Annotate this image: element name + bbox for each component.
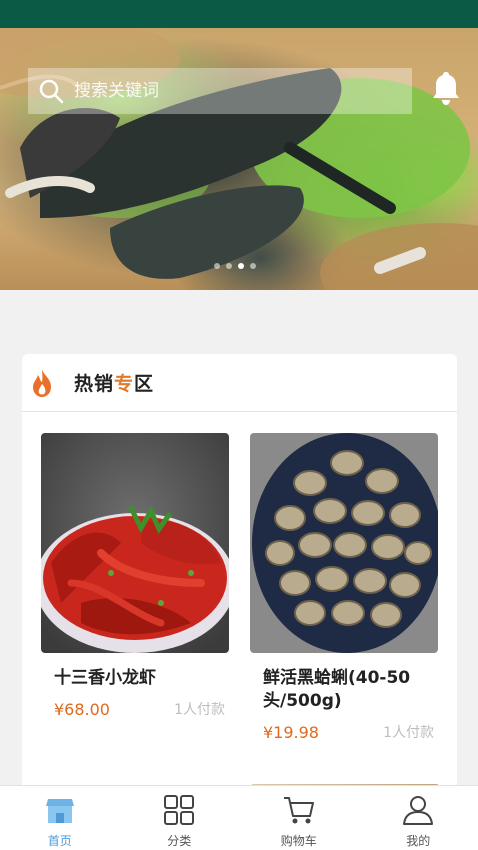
product-name[interactable]: 鲜活黑蛤蜊(40-50头/500g)	[250, 667, 438, 713]
product-meta: ¥68.00 1人付款	[41, 699, 229, 719]
carousel-dot-active[interactable]	[238, 263, 244, 269]
product-image-clams[interactable]	[250, 433, 438, 653]
product-name[interactable]: 十三香小龙虾	[41, 667, 229, 690]
carousel-dot[interactable]	[250, 263, 256, 269]
banner-carousel[interactable]	[0, 28, 478, 290]
product-buyers: 1人付款	[174, 702, 225, 718]
tab-home[interactable]: 首页	[0, 786, 120, 850]
bottom-tab-bar: 首页 分类 购物车 我的	[0, 785, 478, 850]
tab-cart[interactable]: 购物车	[239, 786, 359, 850]
carousel-dot[interactable]	[214, 263, 220, 269]
tab-label: 我的	[406, 834, 431, 848]
carousel-dot[interactable]	[226, 263, 232, 269]
tab-profile[interactable]: 我的	[359, 786, 478, 850]
user-icon	[403, 796, 434, 825]
section-header: 热销专区	[22, 354, 457, 412]
product-card[interactable]: 十三香小龙虾 ¥68.00 1人付款	[41, 433, 229, 719]
notification-bell-icon[interactable]	[430, 70, 462, 106]
hot-sales-section: 热销专区 十三香小龙虾 ¥68.00 1人付款 鲜活黑蛤蜊(40-50头/500…	[22, 354, 457, 794]
product-price: ¥68.00	[54, 699, 110, 719]
product-meta: ¥19.98 1人付款	[250, 722, 438, 742]
title-part: 区	[134, 373, 155, 395]
tab-category[interactable]: 分类	[120, 786, 240, 850]
tab-label: 首页	[47, 834, 72, 848]
home-icon	[45, 799, 74, 823]
category-grid-icon	[164, 795, 195, 825]
section-title: 热销专区	[74, 369, 154, 396]
search-icon	[39, 79, 64, 104]
product-card[interactable]: 鲜活黑蛤蜊(40-50头/500g) ¥19.98 1人付款	[250, 433, 438, 742]
status-bar	[0, 0, 478, 28]
product-price: ¥19.98	[263, 722, 319, 742]
cart-icon	[283, 797, 314, 824]
title-part: 热销	[74, 373, 115, 395]
product-image-crayfish[interactable]	[41, 433, 229, 653]
tab-label: 分类	[167, 834, 192, 848]
title-part-highlight: 专	[114, 373, 135, 395]
search-bar[interactable]	[28, 68, 412, 114]
fire-icon	[33, 368, 51, 397]
search-input[interactable]	[74, 81, 374, 101]
tab-label: 购物车	[280, 834, 317, 848]
carousel-indicator	[214, 263, 256, 269]
product-buyers: 1人付款	[383, 725, 434, 741]
